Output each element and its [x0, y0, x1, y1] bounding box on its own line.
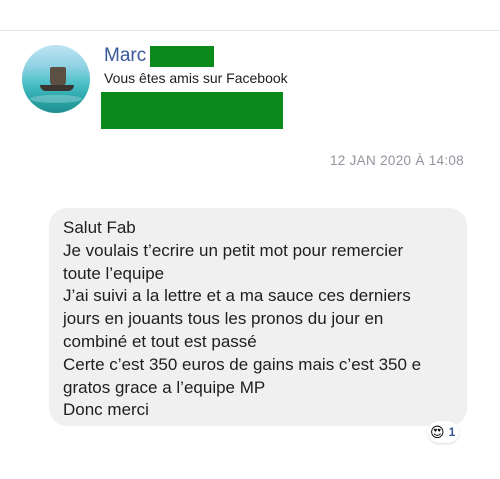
redacted-last-name [150, 45, 215, 67]
contact-name[interactable]: Marc [104, 45, 146, 67]
message-line: combiné et tout est passé [63, 331, 257, 351]
message-line: J’ai suivi a la lettre et a ma sauce ces… [63, 286, 411, 306]
friend-status: Vous êtes amis sur Facebook [104, 70, 288, 86]
message-timestamp: 12 JAN 2020 À 14:08 [329, 153, 464, 168]
message-bubble[interactable]: Salut Fab Je voulais t’ecrire un petit m… [49, 208, 467, 426]
reaction-count: 1 [448, 425, 456, 439]
heart-eyes-emoji-icon: 😍 [430, 424, 445, 440]
message-line: Salut Fab [63, 218, 136, 237]
message-line: toute l’equipe [63, 263, 165, 283]
avatar-boat-cabin [50, 67, 66, 87]
avatar-boat-hull [40, 85, 74, 91]
message-line: Donc merci [63, 400, 149, 420]
message-line: jours en jouants tous les pronos du jour… [63, 309, 384, 329]
avatar-water-reflection [30, 95, 82, 103]
avatar[interactable] [22, 45, 90, 113]
message-line: Certe c’est 350 euros de gains mais c’es… [63, 354, 422, 374]
message-reaction[interactable]: 😍 1 [428, 421, 460, 443]
message-line: gratos grace a l’equipe MP [63, 377, 266, 397]
contact-name-row[interactable]: Marc [104, 45, 215, 67]
divider [0, 30, 500, 31]
message-line: Je voulais t’ecrire un petit mot pour re… [63, 240, 404, 260]
messenger-conversation: Marc Vous êtes amis sur Facebook 12 JAN … [0, 0, 500, 479]
redacted-info-block [101, 92, 283, 129]
